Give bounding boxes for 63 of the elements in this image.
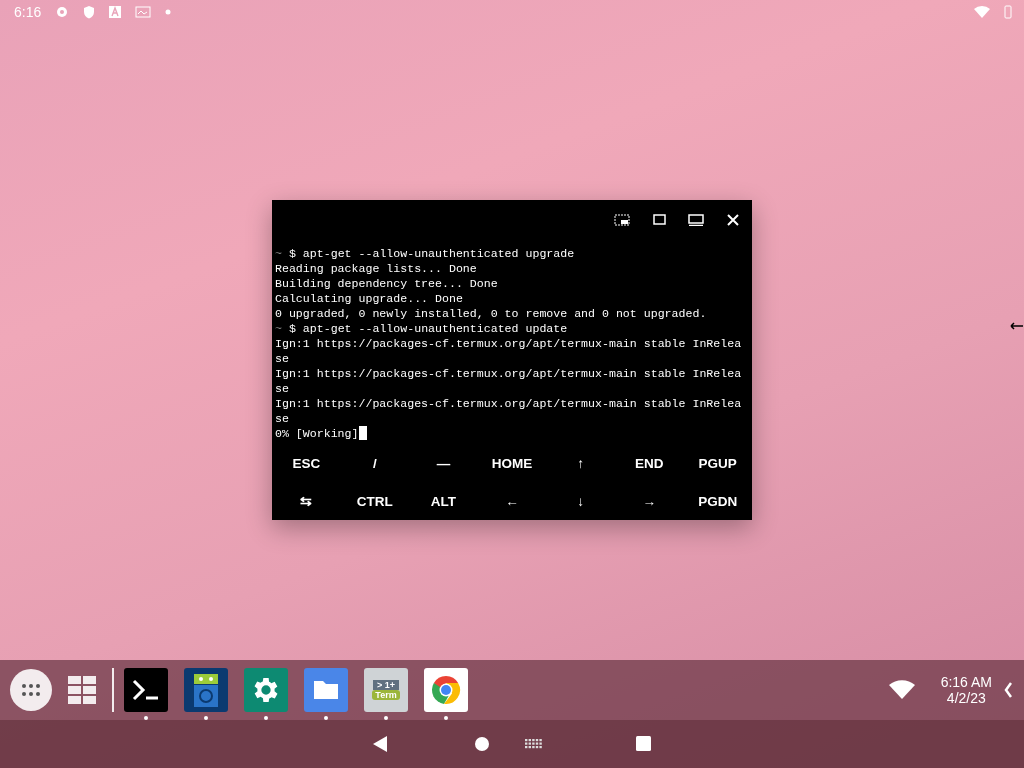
wifi-icon xyxy=(974,5,990,19)
extra-key[interactable]: — xyxy=(409,444,478,482)
picture-in-picture-button[interactable] xyxy=(614,214,630,226)
extra-key[interactable]: ↑ xyxy=(546,444,615,482)
terminal-app-icon[interactable] xyxy=(124,667,168,712)
chevron-left-icon xyxy=(1004,682,1012,698)
extra-key[interactable]: PGDN xyxy=(683,482,752,520)
android-robot-app-icon[interactable] xyxy=(184,667,228,712)
terminal-line: se xyxy=(275,381,289,396)
letter-box-icon xyxy=(109,6,122,18)
dots-grid-icon xyxy=(21,684,41,696)
resize-cursor-icon xyxy=(1010,321,1024,331)
close-icon xyxy=(726,213,740,227)
terminal-line: 0% [Working] xyxy=(275,426,359,441)
window-icon xyxy=(688,214,704,226)
terminal-line: Ign:1 https://packages-cf.termux.org/apt/termux-main stable InRelea xyxy=(275,396,742,411)
folder-app-icon[interactable] xyxy=(304,667,348,712)
shield-icon xyxy=(83,5,96,19)
prompt-symbol: ~ xyxy=(275,246,283,261)
prompt-symbol: ~ xyxy=(275,321,283,336)
term-app-icon[interactable]: > 1+ Term xyxy=(364,667,408,712)
close-button[interactable] xyxy=(726,213,740,227)
keyboard-icon xyxy=(525,739,543,749)
terminal-line: $ apt-get --allow-unauthenticated update xyxy=(288,321,568,336)
dot-icon xyxy=(165,9,172,15)
app-drawer-button[interactable] xyxy=(10,669,52,711)
extra-key[interactable]: / xyxy=(340,444,410,482)
terminal-line: Calculating upgrade... Done xyxy=(275,291,463,306)
recents-icon xyxy=(636,736,652,752)
extra-key[interactable]: → xyxy=(614,482,684,520)
image-box-icon xyxy=(135,6,152,18)
terminal-line: 0 upgraded, 0 newly installed, 0 to remove and 0 not upgraded. xyxy=(275,306,707,321)
pip-icon xyxy=(614,214,630,226)
overview-button[interactable] xyxy=(68,676,96,704)
terminal-line: Reading package lists... Done xyxy=(275,261,477,276)
settings-app-icon[interactable] xyxy=(244,667,288,712)
extra-key[interactable]: END xyxy=(614,444,684,482)
extra-key[interactable]: ⇆ xyxy=(272,482,341,520)
terminal-line: Ign:1 https://packages-cf.termux.org/apt/termux-main stable InRelea xyxy=(275,366,742,381)
terminal-line: $ apt-get --allow-unauthenticated upgrade xyxy=(288,246,575,261)
clock-time: 6:16 AM xyxy=(940,674,992,690)
grid-icon xyxy=(68,676,96,704)
battery-icon xyxy=(1004,5,1012,19)
extra-key[interactable]: HOME xyxy=(477,444,547,482)
square-icon xyxy=(652,214,666,226)
fullscreen-button[interactable] xyxy=(688,214,704,226)
extra-key[interactable]: CTRL xyxy=(340,482,410,520)
maximize-button[interactable] xyxy=(652,214,666,226)
status-time: 6:16 xyxy=(14,4,42,20)
extra-key[interactable]: ← xyxy=(477,482,547,520)
extra-key[interactable]: ESC xyxy=(272,444,341,482)
extra-key[interactable]: ↓ xyxy=(546,482,615,520)
terminal-line: Ign:1 https://packages-cf.termux.org/apt/termux-main stable InRelea xyxy=(275,336,742,351)
wifi-icon xyxy=(888,680,915,700)
terminal-line: Building dependency tree... Done xyxy=(275,276,498,291)
terminal-line: se xyxy=(275,411,289,426)
extra-key[interactable]: ALT xyxy=(409,482,478,520)
clock-date: 4/2/23 xyxy=(946,690,986,706)
home-icon xyxy=(474,736,490,752)
extra-key[interactable]: PGUP xyxy=(683,444,752,482)
browser-app-icon[interactable] xyxy=(424,667,468,712)
back-icon xyxy=(373,736,387,752)
terminal-line: se xyxy=(275,351,289,366)
